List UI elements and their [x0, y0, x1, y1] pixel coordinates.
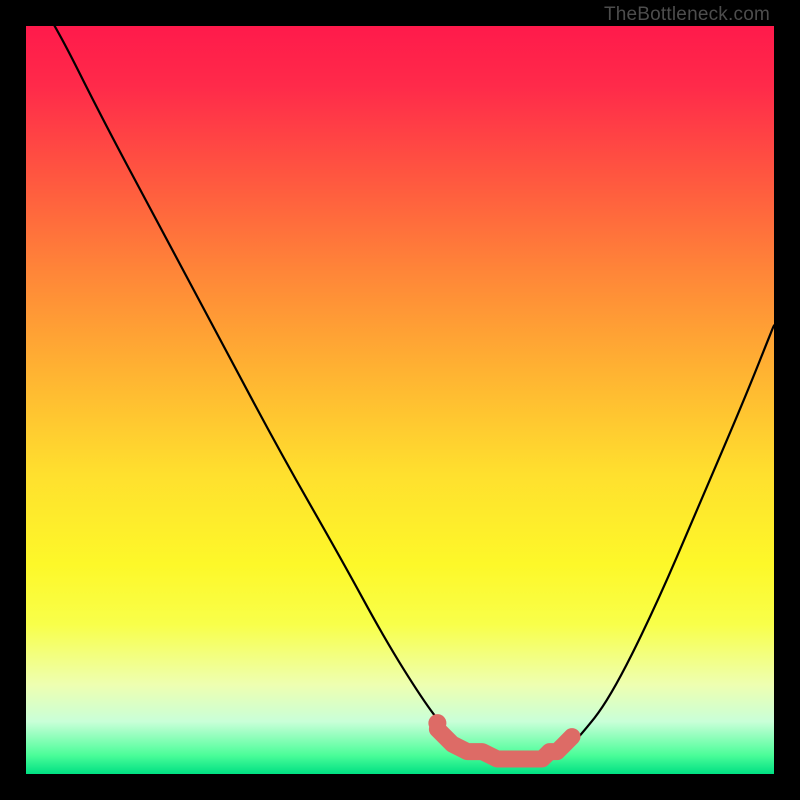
bottleneck-curve: [26, 26, 774, 759]
highlight-band: [437, 729, 572, 759]
chart-svg: [26, 26, 774, 774]
outer-frame: TheBottleneck.com: [0, 0, 800, 800]
highlight-dot-left: [428, 714, 446, 732]
watermark-text: TheBottleneck.com: [604, 4, 770, 26]
plot-area: [26, 26, 774, 774]
